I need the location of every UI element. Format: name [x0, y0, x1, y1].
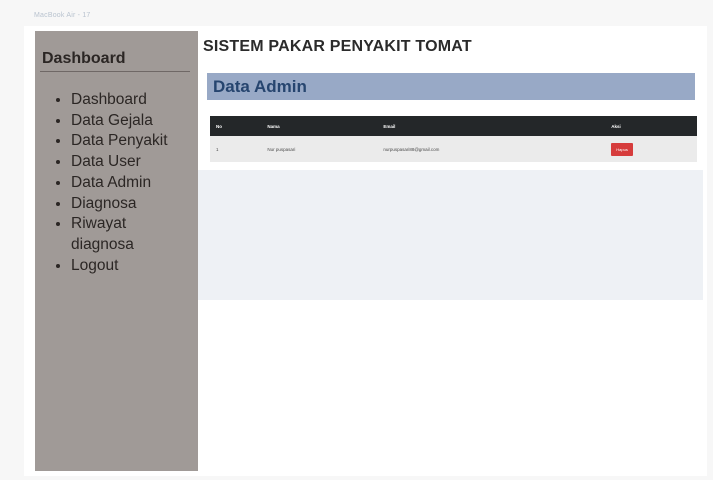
- table-header-row: No Nama Email Aksi: [210, 116, 697, 136]
- content-area: [198, 170, 703, 300]
- cell-nama: Nur puspasari: [267, 146, 296, 152]
- cell-no: 1: [216, 146, 219, 152]
- cell-email: nurpuspasari88@gmail.com: [383, 146, 440, 152]
- sidebar-item-diagnosa[interactable]: Diagnosa: [71, 194, 185, 215]
- column-header-aksi: Aksi: [611, 123, 621, 129]
- column-header-nama: Nama: [267, 123, 280, 129]
- table-row: 1 Nur puspasari nurpuspasari88@gmail.com…: [210, 136, 697, 162]
- sidebar-item-logout[interactable]: Logout: [71, 256, 185, 277]
- sidebar-item-data-user[interactable]: Data User: [71, 152, 185, 173]
- panel-header: Data Admin: [207, 73, 695, 100]
- sidebar-title: Dashboard: [42, 50, 126, 67]
- sidebar-item-label: Data Gejala: [71, 111, 153, 129]
- sidebar-item-label: Data User: [71, 153, 141, 171]
- sidebar-item-data-penyakit[interactable]: Data Penyakit: [71, 131, 185, 152]
- sidebar-item-label: Dashboard: [71, 91, 147, 108]
- cell-aksi: Hapus: [605, 136, 697, 162]
- column-header-email: Email: [383, 123, 396, 129]
- column-header-no: No: [216, 123, 222, 129]
- sidebar-item-riwayat-diagnosa[interactable]: Riwayat diagnosa: [71, 214, 185, 255]
- sidebar: Dashboard Dashboard Data Gejala Data Pen…: [35, 31, 198, 471]
- page-title: SISTEM PAKAR PENYAKIT TOMAT: [203, 38, 472, 55]
- app-frame: MacBook Air - 17 Dashboard Dashboard Dat…: [0, 0, 713, 480]
- sidebar-item-label: Riwayat diagnosa: [71, 215, 134, 253]
- sidebar-item-label: Data Penyakit: [71, 132, 168, 150]
- sidebar-item-label: Diagnosa: [71, 194, 137, 212]
- sidebar-item-dashboard[interactable]: Dashboard: [71, 90, 185, 111]
- panel-title: Data Admin: [213, 77, 307, 96]
- sidebar-item-data-admin[interactable]: Data Admin: [71, 173, 185, 194]
- sidebar-divider: [40, 71, 190, 72]
- device-label: MacBook Air - 17: [34, 12, 91, 19]
- sidebar-nav: Dashboard Data Gejala Data Penyakit Data…: [35, 90, 185, 276]
- sidebar-item-label: Logout: [71, 256, 119, 274]
- admin-table: No Nama Email Aksi 1 Nur puspasari nurpu…: [210, 116, 697, 162]
- delete-button[interactable]: Hapus: [611, 142, 633, 156]
- sidebar-item-data-gejala[interactable]: Data Gejala: [71, 111, 185, 132]
- sidebar-item-label: Data Admin: [71, 173, 152, 191]
